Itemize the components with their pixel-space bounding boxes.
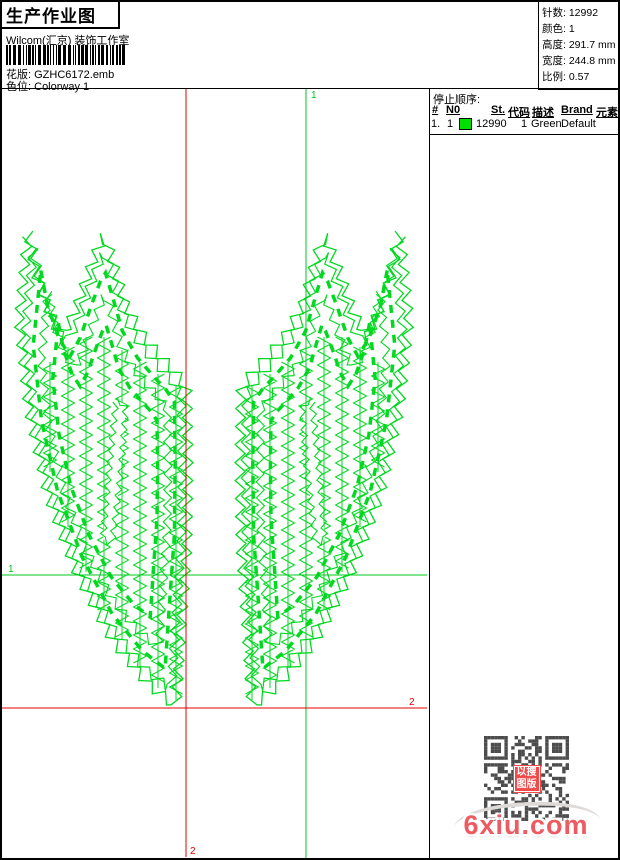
page-title: 生产作业图	[6, 7, 96, 26]
guide-label: 1	[311, 90, 317, 101]
color-swatch	[459, 118, 472, 130]
col-header-brand: Brand	[561, 104, 593, 116]
row-index: 1.	[431, 118, 441, 130]
row-brand: Default	[561, 118, 596, 130]
guide-label: 1	[8, 564, 14, 575]
guide-label: 2	[409, 697, 415, 708]
color-count: 颜色: 1	[542, 23, 575, 35]
qr-center-logo: 以搜 图版	[512, 764, 541, 793]
row-code: 1	[521, 118, 528, 130]
design-scale: 比例: 0.57	[542, 71, 590, 83]
col-header-elem: 元素	[596, 107, 618, 119]
design-canvas: 1 1 2 2	[2, 89, 427, 858]
col-header-st: St.	[491, 104, 506, 116]
col-header-n0: N0	[446, 104, 461, 116]
guide-label: 2	[190, 846, 196, 857]
row-n0: 1	[447, 118, 454, 130]
design-left-half	[13, 230, 194, 706]
design-info-box: 针数: 12992 颜色: 1 高度: 291.7 mm 宽度: 244.8 m…	[538, 2, 618, 90]
design-right-half	[234, 230, 415, 706]
row-stitches: 12990	[476, 118, 507, 130]
stitch-count: 针数: 12992	[542, 7, 599, 19]
watermark-text: 6xiu.com	[463, 810, 589, 840]
table-bottom-rule	[430, 134, 618, 135]
row-desc: Green	[531, 118, 562, 130]
design-height: 高度: 291.7 mm	[542, 39, 616, 51]
col-header-hash: #	[432, 104, 439, 116]
design-width: 宽度: 244.8 mm	[542, 55, 616, 67]
production-worksheet: 生产作业图 Wilcom(汇京) 装饰工作室 花版: GZHC6172.emb …	[0, 0, 620, 860]
barcode	[6, 45, 130, 65]
title-box: 生产作业图	[2, 2, 120, 29]
